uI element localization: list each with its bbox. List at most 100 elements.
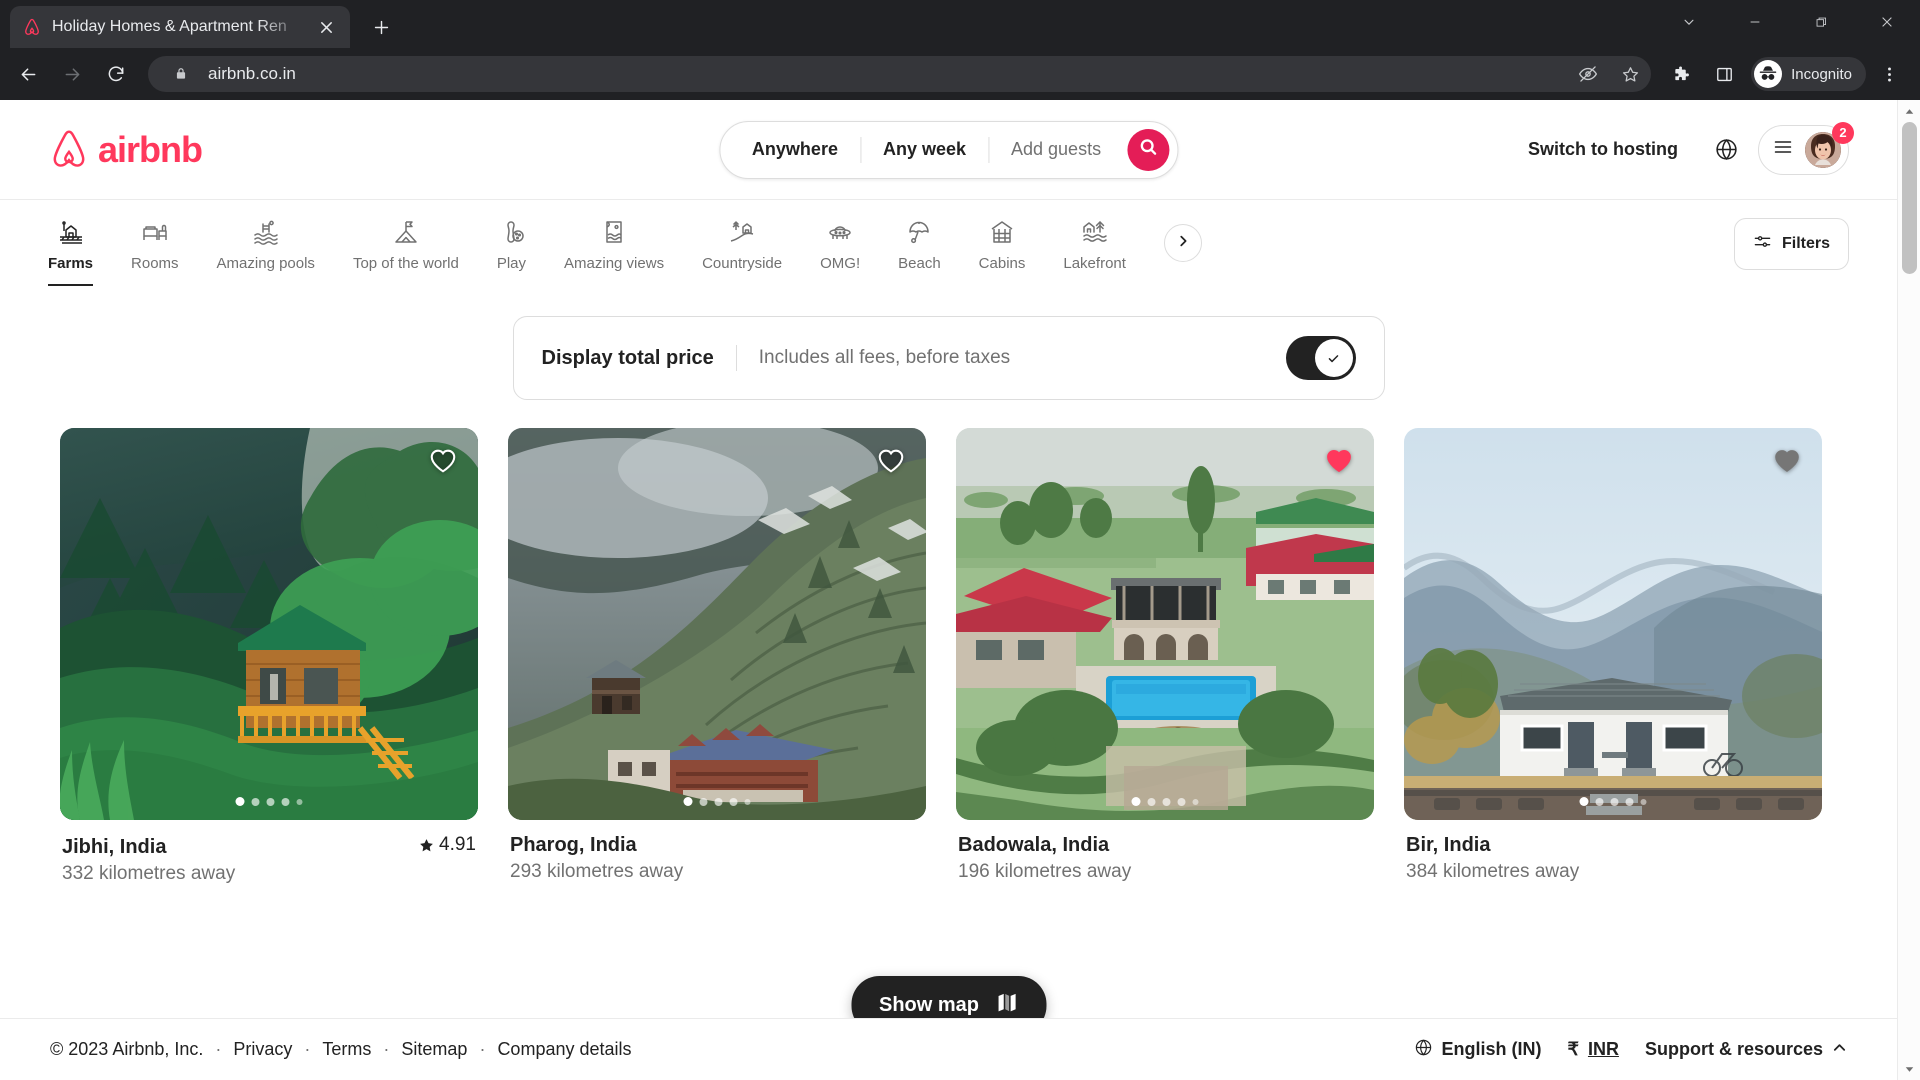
window-close-button[interactable] [1854,0,1920,44]
category-label: Amazing pools [216,255,315,272]
listing-card[interactable]: Bir, India 384 kilometres away [1404,428,1822,885]
airbnb-logo[interactable]: airbnb [48,128,203,172]
carousel-dot[interactable] [1131,797,1141,806]
window-minimize-button[interactable] [1722,0,1788,44]
heart-icon[interactable] [428,446,458,476]
header-right-group: Switch to hosting 2 [1512,121,1854,175]
user-menu-button[interactable]: 2 [1758,121,1854,175]
carousel-dot[interactable] [1147,797,1156,806]
scroll-down-arrow-icon[interactable] [1898,1058,1920,1080]
carousel-dot[interactable] [1177,797,1186,806]
category-item-rooms[interactable]: Rooms [131,214,179,286]
category-item-lakefront[interactable]: Lakefront [1063,214,1126,286]
carousel-dot[interactable] [683,797,693,806]
footer-language-label: English (IN) [1441,1039,1542,1059]
listing-image[interactable] [60,428,478,820]
carousel-dot[interactable] [1162,797,1171,806]
eye-slash-icon[interactable] [1573,59,1603,89]
category-item-beach[interactable]: Beach [898,214,941,286]
listing-card[interactable]: Badowala, India 196 kilometres away [956,428,1374,885]
carousel-dot[interactable] [699,797,708,806]
back-arrow-icon[interactable] [8,54,48,94]
category-bar: Farms Rooms Amazing pools Top of the wor… [0,200,1897,298]
globe-icon [1414,1038,1433,1062]
globe-icon[interactable] [1704,128,1748,172]
listing-distance: 384 kilometres away [1406,861,1580,882]
carousel-dot[interactable] [1595,797,1604,806]
listing-image[interactable] [1404,428,1822,820]
footer-currency-button[interactable]: ₹ INR [1568,1039,1619,1060]
listing-card[interactable]: Pharog, India 293 kilometres away [508,428,926,885]
scroll-up-arrow-icon[interactable] [1898,100,1920,122]
heart-icon[interactable] [1324,446,1354,476]
category-label: Rooms [131,255,179,272]
carousel-dot[interactable] [1610,797,1619,806]
category-next-button[interactable] [1163,224,1202,262]
reload-icon[interactable] [96,54,136,94]
window-maximize-button[interactable] [1788,0,1854,44]
three-dot-menu-icon[interactable] [1870,55,1908,93]
footer-link-sitemap[interactable]: Sitemap [401,1039,467,1060]
footer-support-button[interactable]: Support & resources [1645,1039,1847,1060]
category-scroller: Farms Rooms Amazing pools Top of the wor… [48,214,1692,286]
scrollbar-thumb[interactable] [1902,122,1917,274]
incognito-hat-icon [1754,60,1783,88]
search-bar[interactable]: Anywhere Any week Add guests [718,120,1179,179]
carousel-dot[interactable] [296,798,303,805]
category-item-omg[interactable]: OMG! [820,214,860,286]
close-icon[interactable] [314,15,338,39]
search-location[interactable]: Anywhere [730,122,860,178]
carousel-dot[interactable] [1192,798,1199,805]
star-icon[interactable] [1615,59,1645,89]
display-total-price-toggle[interactable] [1285,336,1356,380]
category-item-cabins[interactable]: Cabins [979,214,1025,286]
panel-icon[interactable] [1705,55,1743,93]
browser-tabstrip: Holiday Homes & Apartment Ren [0,0,1920,48]
category-item-play[interactable]: Play [497,214,526,286]
page-scrollbar[interactable] [1897,100,1920,1080]
carousel-dot[interactable] [744,798,751,805]
switch-to-hosting-button[interactable]: Switch to hosting [1512,127,1694,172]
search-guests-input[interactable]: Add guests [989,122,1127,178]
category-item-farms[interactable]: Farms [48,214,94,286]
footer-separator: · [215,1039,222,1059]
footer-link-privacy[interactable]: Privacy [233,1039,292,1060]
carousel-dot[interactable] [1579,797,1589,806]
listing-image[interactable] [508,428,926,820]
footer-separator: · [383,1039,390,1059]
puzzle-icon[interactable] [1663,55,1701,93]
window-chevron-down-button[interactable] [1656,0,1722,44]
address-bar[interactable]: airbnb.co.in [148,56,1652,92]
footer-language-button[interactable]: English (IN) [1414,1038,1542,1062]
carousel-dot[interactable] [235,797,245,806]
footer-separator: · [304,1039,311,1059]
carousel-dot[interactable] [1625,797,1634,806]
carousel-dot[interactable] [266,797,275,806]
address-bar-url: airbnb.co.in [208,64,296,83]
new-tab-button[interactable] [364,10,398,44]
footer-link-terms[interactable]: Terms [322,1039,371,1060]
category-label: Beach [898,255,941,272]
carousel-dot[interactable] [729,797,738,806]
search-button[interactable] [1127,128,1170,171]
listing-image[interactable] [956,428,1374,820]
category-item-amazing-pools[interactable]: Amazing pools [217,214,315,286]
carousel-dot[interactable] [251,797,260,806]
heart-icon[interactable] [876,446,906,476]
footer-link-company-details[interactable]: Company details [497,1039,631,1060]
listing-card[interactable]: Jibhi, India 4.91 332 kilometres away [60,428,478,885]
category-item-amazing-views[interactable]: Amazing views [564,214,664,286]
incognito-indicator[interactable]: Incognito [1751,57,1866,91]
category-item-countryside[interactable]: Countryside [702,214,782,286]
category-label: Countryside [702,255,783,272]
carousel-dot[interactable] [281,797,290,806]
heart-icon[interactable] [1772,446,1802,476]
browser-toolbar: airbnb.co.in Incognito [0,48,1920,100]
browser-tab[interactable]: Holiday Homes & Apartment Ren [10,6,350,48]
category-item-top-of-the-world[interactable]: Top of the world [353,214,459,286]
carousel-dot[interactable] [1640,798,1647,805]
carousel-dot[interactable] [714,797,723,806]
search-dates[interactable]: Any week [861,122,988,178]
filters-button[interactable]: Filters [1733,218,1849,270]
listing-body: Pharog, India 293 kilometres away [508,820,926,883]
